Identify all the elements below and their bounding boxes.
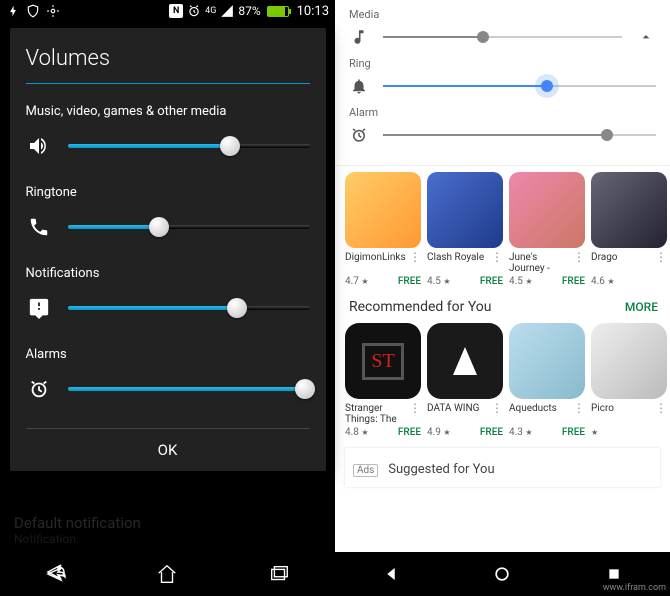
app-rating: 4.7 ★ (345, 276, 369, 287)
app-price: FREE (398, 427, 421, 438)
volume-slider[interactable] (68, 225, 310, 229)
slider-label: Music, video, games & other media (26, 104, 310, 119)
nfc-icon: N (169, 4, 183, 18)
right-phone: Media Ring Alarm DigimonLinks⋮ 4.7 ★ FREE… (335, 0, 670, 596)
menu-dots-icon[interactable]: ⋮ (655, 252, 667, 262)
stamina-icon (6, 4, 20, 18)
app-name: June's Journey - Hidden Object⋮ (509, 252, 585, 274)
ads-badge: Ads (353, 464, 378, 477)
volume-type-icon (26, 376, 52, 402)
app-name: Drago⋮ (591, 252, 667, 274)
volume-slider[interactable] (68, 144, 310, 148)
shield-icon (26, 4, 40, 18)
slider-label: Alarms (26, 347, 310, 362)
app-card[interactable]: Drago⋮ 4.6 ★ (591, 172, 667, 287)
status-time: 10:13 (297, 4, 329, 19)
volume-label: Alarm (349, 106, 656, 119)
volume-icon (349, 27, 369, 47)
home-button[interactable] (489, 561, 515, 587)
menu-dots-icon[interactable]: ⋮ (491, 252, 503, 262)
volume-slider[interactable] (383, 36, 622, 38)
volume-panel: Media Ring Alarm (335, 0, 670, 166)
menu-dots-icon[interactable]: ⋮ (409, 252, 421, 262)
slider-label: Ringtone (26, 185, 310, 200)
network-icon: 4G (205, 6, 216, 16)
alarm-icon (187, 4, 201, 18)
app-price: FREE (562, 276, 585, 287)
volume-icon (349, 76, 369, 96)
volumes-dialog: Volumes Music, video, games & other medi… (10, 28, 326, 471)
volume-icon (349, 125, 369, 145)
menu-dots-icon[interactable]: ⋮ (491, 403, 503, 413)
app-card[interactable]: Picro⋮ ★ (591, 323, 667, 438)
app-price: FREE (480, 427, 503, 438)
slider-label: Notifications (26, 266, 310, 281)
more-button[interactable]: MORE (625, 300, 658, 314)
menu-dots-icon[interactable]: ⋮ (573, 403, 585, 413)
app-price: FREE (398, 276, 421, 287)
app-card[interactable]: Aqueducts⋮ 4.3 ★ FREE (509, 323, 585, 438)
section-title: Recommended for You (349, 299, 492, 315)
menu-dots-icon[interactable]: ⋮ (573, 252, 585, 262)
app-name: Clash Royale⋮ (427, 252, 503, 274)
volume-slider[interactable] (68, 387, 310, 391)
watermark: www.ifram.com (603, 583, 666, 593)
app-name: DigimonLinks⋮ (345, 252, 421, 274)
volume-label: Ring (349, 57, 656, 70)
app-rating: ★ (591, 427, 598, 438)
play-store: DigimonLinks⋮ 4.7 ★ FREE Clash Royale⋮ 4.… (335, 166, 670, 487)
app-rating: 4.3 ★ (509, 427, 533, 438)
app-rating: 4.6 ★ (591, 276, 615, 287)
app-icon (345, 172, 421, 248)
back-button[interactable] (378, 561, 404, 587)
dialog-overlay: Volumes Music, video, games & other medi… (0, 22, 335, 552)
app-icon: ST (345, 323, 421, 399)
volume-label: Media (349, 8, 656, 21)
volume-slider[interactable] (383, 85, 656, 87)
app-price: FREE (562, 427, 585, 438)
volume-type-icon (26, 214, 52, 240)
home-button[interactable] (154, 561, 180, 587)
menu-dots-icon[interactable]: ⋮ (655, 403, 667, 413)
app-card[interactable]: June's Journey - Hidden Object⋮ 4.5 ★ FRE… (509, 172, 585, 287)
app-name: Picro⋮ (591, 403, 667, 425)
app-rating: 4.5 ★ (509, 276, 533, 287)
left-phone: N 4G 87% 10:13 Sound Default notificatio… (0, 0, 335, 596)
app-card[interactable]: ST Stranger Things: The⋮ 4.8 ★ FREE (345, 323, 421, 438)
app-name: DATA WING⋮ (427, 403, 503, 425)
app-card[interactable]: DigimonLinks⋮ 4.7 ★ FREE (345, 172, 421, 287)
volume-type-icon (26, 295, 52, 321)
chevron-up-icon[interactable] (636, 27, 656, 47)
app-icon (591, 323, 667, 399)
ads-title: Suggested for You (388, 462, 494, 477)
app-icon (427, 172, 503, 248)
volume-slider[interactable] (383, 134, 656, 136)
app-rating: 4.8 ★ (345, 427, 369, 438)
dialog-title: Volumes (26, 46, 310, 71)
volume-slider[interactable] (68, 306, 310, 310)
app-name: Aqueducts⋮ (509, 403, 585, 425)
ads-section[interactable]: Ads Suggested for You (345, 448, 660, 487)
menu-dots-icon[interactable]: ⋮ (409, 403, 421, 413)
back-button[interactable] (43, 561, 69, 587)
volume-type-icon (26, 133, 52, 159)
location-icon (46, 4, 60, 18)
app-icon (509, 323, 585, 399)
recent-button[interactable] (266, 561, 292, 587)
app-rating: 4.5 ★ (427, 276, 451, 287)
battery-percent: 87% (238, 4, 260, 18)
ok-button[interactable]: OK (26, 428, 310, 459)
battery-icon (267, 6, 289, 17)
app-card[interactable]: DATA WING⋮ 4.9 ★ FREE (427, 323, 503, 438)
app-icon (509, 172, 585, 248)
app-icon (591, 172, 667, 248)
app-rating: 4.9 ★ (427, 427, 451, 438)
nav-bar (0, 552, 335, 596)
app-icon (427, 323, 503, 399)
app-name: Stranger Things: The⋮ (345, 403, 421, 425)
status-bar: N 4G 87% 10:13 (0, 0, 335, 22)
app-card[interactable]: Clash Royale⋮ 4.5 ★ FREE (427, 172, 503, 287)
app-price: FREE (480, 276, 503, 287)
signal-icon (220, 4, 234, 18)
